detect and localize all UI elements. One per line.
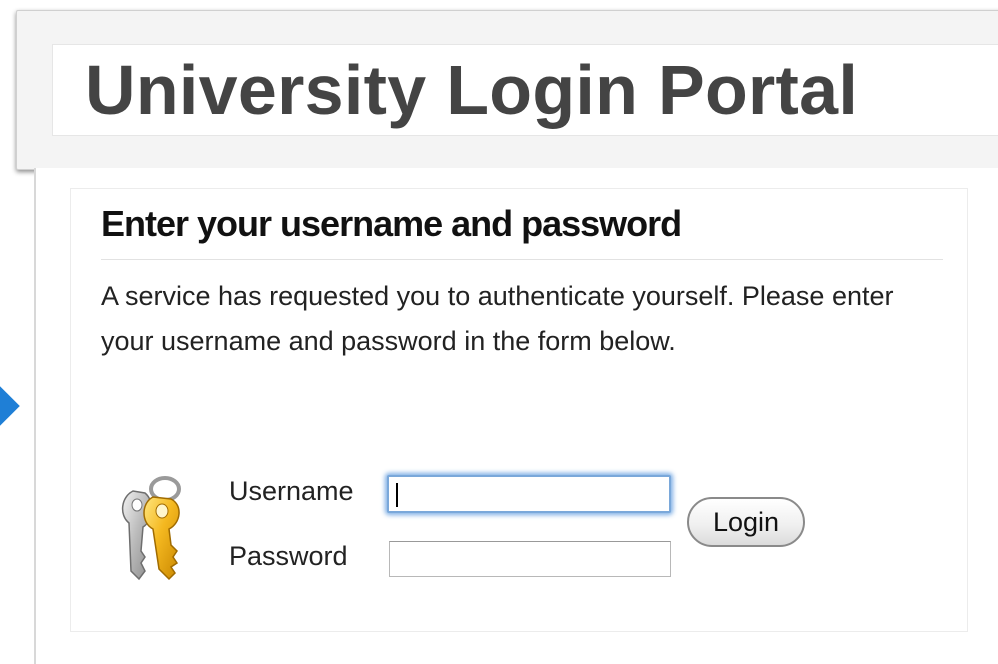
- header-title-panel: University Login Portal: [52, 44, 998, 136]
- text-caret: [396, 483, 398, 507]
- password-input[interactable]: [389, 541, 671, 577]
- arrow-marker-icon: [0, 386, 20, 426]
- login-heading: Enter your username and password: [101, 203, 682, 244]
- intro-text: A service has requested you to authentic…: [101, 281, 894, 356]
- heading-divider: [101, 259, 943, 260]
- username-input[interactable]: [387, 475, 671, 513]
- login-page: University Login Portal Enter your usern…: [0, 0, 998, 664]
- login-button[interactable]: Login: [687, 497, 805, 547]
- page-title: University Login Portal: [85, 51, 859, 129]
- key-icon: [121, 476, 181, 581]
- login-box: Enter your username and password A servi…: [70, 188, 968, 632]
- password-label: Password: [229, 541, 348, 571]
- gold-key-shape: [143, 496, 180, 581]
- username-label: Username: [229, 476, 354, 506]
